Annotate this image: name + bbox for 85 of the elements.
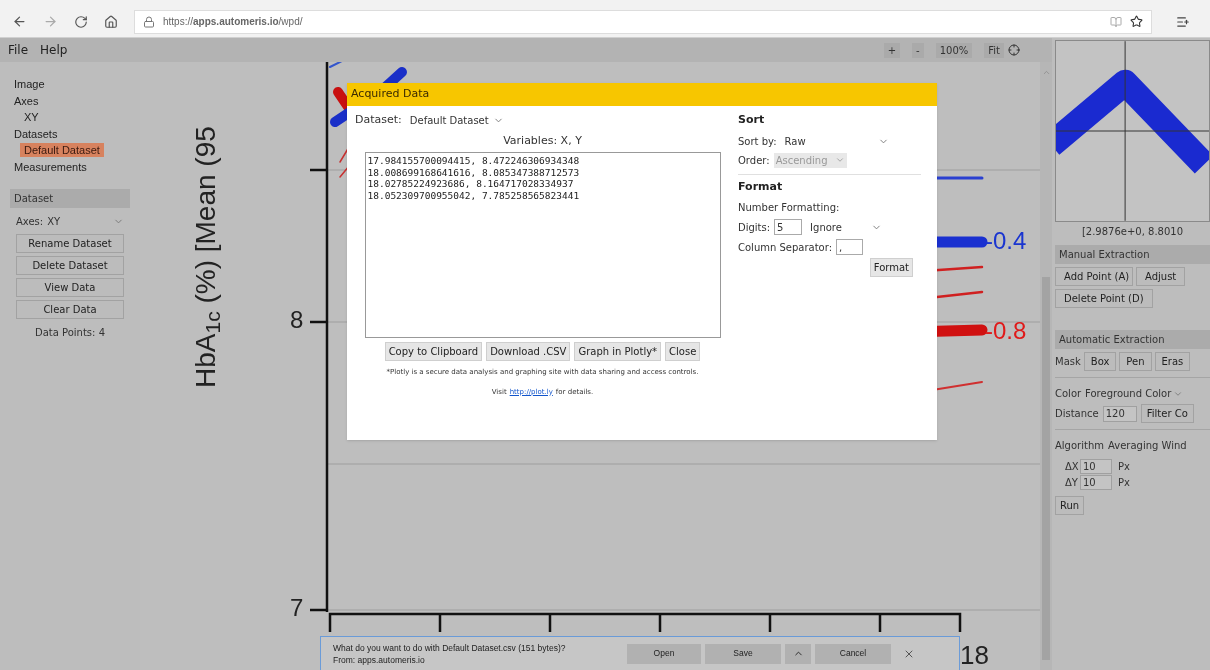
dialog-button[interactable]: Download .CSV <box>486 342 571 361</box>
download-source: From: apps.automeris.io <box>333 653 426 666</box>
download-message: What do you want to do with Default Dataset.csv (151 bytes)? <box>333 641 567 654</box>
button[interactable]: Run <box>1055 496 1085 515</box>
zoom-button[interactable]: Fit <box>984 42 1004 58</box>
button[interactable]: Adjust <box>1136 267 1186 286</box>
separator-label: Column Separator: <box>738 240 833 255</box>
home-icon[interactable] <box>104 14 118 29</box>
axis-tick-label: 8 <box>290 307 304 333</box>
dialog-button[interactable]: Graph in Plotly* <box>574 342 662 361</box>
url-text: https://apps.automeris.io/wpd/ <box>163 15 303 29</box>
button[interactable]: Delete Point (D) <box>1055 289 1153 308</box>
algorithm-label: Algorithm <box>1055 439 1104 453</box>
series-label: -0.4 <box>985 227 1027 255</box>
format-button[interactable]: Format <box>869 258 913 277</box>
tree-item[interactable]: Image <box>10 77 49 91</box>
dialog-button[interactable]: Close <box>665 342 701 361</box>
distance-field[interactable]: 120 <box>1102 405 1137 422</box>
digits-label: Digits: <box>738 220 771 235</box>
lock-icon <box>143 15 155 28</box>
zoom-button[interactable]: 100% <box>935 42 973 58</box>
algorithm-select[interactable]: Averaging Wind <box>1108 438 1187 453</box>
data-textarea[interactable]: 17.984155700094415, 8.472246306934348 18.008699168641616, 8.085347388712573 18.02785224923686, 8.164717028334937 18.052309700955042, 7.785258565823441 <box>364 152 721 338</box>
zoom-button[interactable]: - <box>912 42 924 58</box>
mask-label: Mask <box>1055 355 1081 369</box>
variables-label: Variables: X, Y <box>503 132 582 149</box>
scrollbar[interactable] <box>1040 62 1052 670</box>
data-points-label: Data Points: 4 <box>35 326 105 340</box>
open-button[interactable]: Open <box>627 643 701 664</box>
crosshair-icon[interactable] <box>1008 44 1020 56</box>
param-label: ΔX <box>1065 460 1077 474</box>
coordinates-label: [2.9876e+0, 8.8010 <box>1080 225 1185 239</box>
section-header: Automatic Extraction <box>1055 330 1210 349</box>
tree-item[interactable]: XY <box>20 110 43 124</box>
reading-view-icon[interactable] <box>1110 15 1122 28</box>
sort-heading: Sort <box>738 112 766 128</box>
format-heading: Format <box>738 178 784 195</box>
digits-mode-select[interactable]: Ignore <box>810 219 883 235</box>
unit-label: Px <box>1118 460 1130 474</box>
distance-label: Distance <box>1055 407 1099 421</box>
param-field[interactable]: 10 <box>1080 475 1112 490</box>
cancel-button[interactable]: Cancel <box>815 643 891 664</box>
button[interactable]: Box <box>1083 352 1117 371</box>
param-field[interactable]: 10 <box>1080 459 1112 474</box>
axes-select[interactable]: Axes: XY <box>16 212 124 231</box>
color-label: Color <box>1055 387 1082 401</box>
order-label: Order: <box>738 153 770 168</box>
sort-by-select[interactable]: Sort by: Raw <box>738 133 921 149</box>
button[interactable]: Filter Co <box>1140 404 1194 423</box>
digits-field[interactable]: 5 <box>774 219 803 235</box>
section-header: Manual Extraction <box>1055 245 1210 264</box>
param-label: ΔY <box>1065 476 1077 490</box>
zoom-button[interactable]: + <box>883 42 901 58</box>
menu-item[interactable]: Help <box>40 41 68 59</box>
button[interactable]: Clear Data <box>16 300 124 319</box>
unit-label: Px <box>1118 476 1130 490</box>
back-icon[interactable] <box>12 14 27 29</box>
number-formatting-label: Number Formatting: <box>738 201 841 215</box>
tree-item[interactable]: Default Dataset <box>20 143 104 157</box>
axis-tick-label: 7 <box>290 595 304 621</box>
button[interactable]: Delete Dataset <box>16 256 124 275</box>
button[interactable]: View Data <box>16 278 124 297</box>
tree-item[interactable]: Axes <box>10 93 43 108</box>
tree-item[interactable]: Datasets <box>10 126 62 141</box>
section-header: Dataset <box>10 189 130 208</box>
separator-field[interactable]: , <box>836 239 864 255</box>
chevron-down-icon <box>835 155 846 165</box>
color-select[interactable]: Foreground Color <box>1085 386 1184 401</box>
tree-item[interactable]: Measurements <box>10 159 91 174</box>
dialog-title: Acquired Data <box>347 83 937 106</box>
button[interactable]: Eras <box>1154 352 1191 371</box>
favorites-icon[interactable] <box>1176 14 1190 29</box>
address-bar[interactable]: https://apps.automeris.io/wpd/ <box>134 9 1152 34</box>
chevron-up-icon <box>1041 68 1051 77</box>
button[interactable]: Pen <box>1119 352 1152 371</box>
refresh-icon[interactable] <box>74 14 88 29</box>
series-label: -0.8 <box>985 317 1027 345</box>
dialog-button[interactable]: Copy to Clipboard <box>384 342 483 361</box>
button[interactable]: Add Point (A) <box>1055 267 1133 286</box>
save-button[interactable]: Save <box>705 643 781 664</box>
menu-item[interactable]: File <box>8 41 29 59</box>
button[interactable]: Rename Dataset <box>16 234 124 253</box>
axis-tick-label: 18 <box>960 640 989 670</box>
star-icon[interactable] <box>1130 15 1143 28</box>
dataset-select[interactable]: Dataset: Default Dataset <box>355 112 504 129</box>
